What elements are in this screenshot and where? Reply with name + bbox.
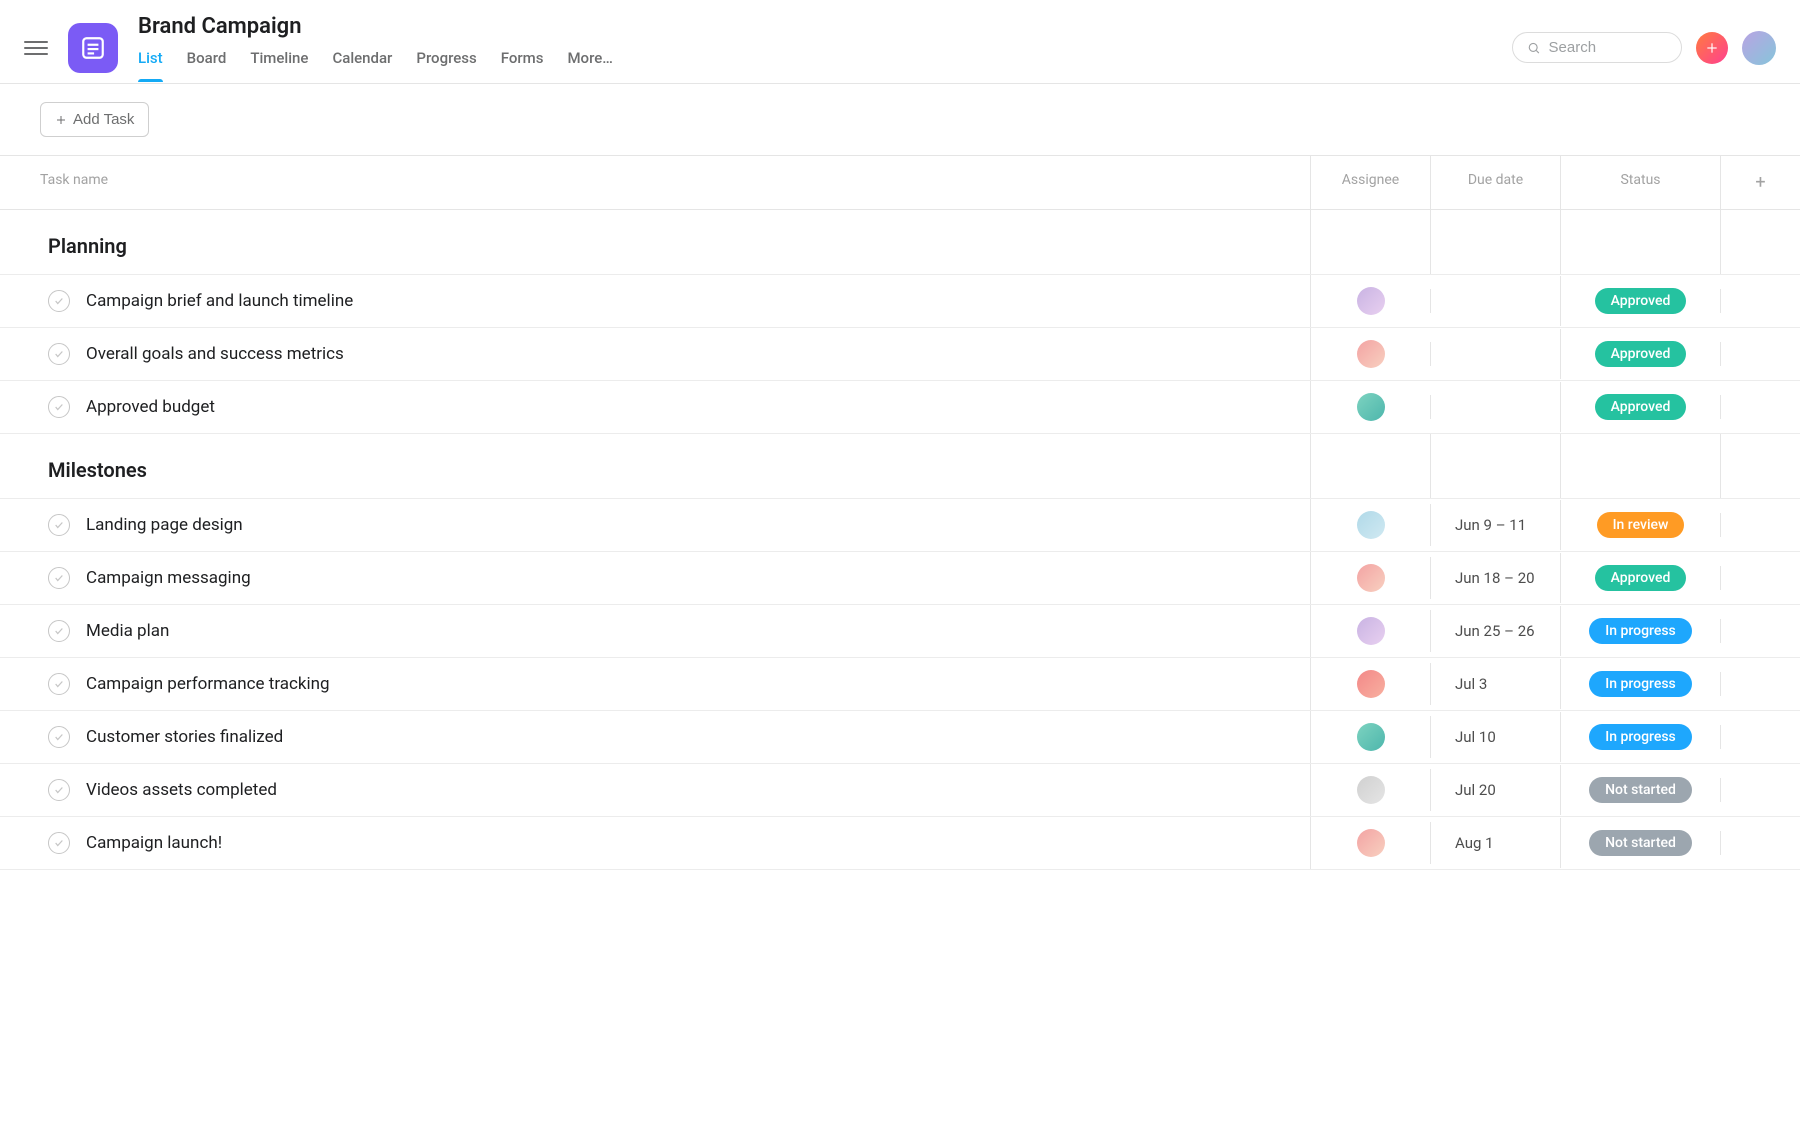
col-status[interactable]: Status (1560, 156, 1720, 209)
due-date[interactable] (1430, 342, 1560, 366)
col-due-date[interactable]: Due date (1430, 156, 1560, 209)
task-list: PlanningCampaign brief and launch timeli… (0, 210, 1800, 870)
due-date[interactable]: Jul 10 (1430, 716, 1560, 758)
task-name[interactable]: Approved budget (86, 397, 215, 417)
due-date[interactable]: Jul 3 (1430, 663, 1560, 705)
assignee-avatar[interactable] (1357, 340, 1385, 368)
status-badge[interactable]: Approved (1595, 288, 1687, 314)
assignee-avatar[interactable] (1357, 617, 1385, 645)
due-date[interactable] (1430, 289, 1560, 313)
task-row[interactable]: Approved budget Approved (0, 381, 1800, 434)
complete-checkbox[interactable] (48, 290, 70, 312)
status-badge[interactable]: Not started (1589, 777, 1692, 803)
assignee-avatar[interactable] (1357, 564, 1385, 592)
complete-checkbox[interactable] (48, 514, 70, 536)
search-box[interactable] (1512, 32, 1682, 63)
complete-checkbox[interactable] (48, 673, 70, 695)
assignee-avatar[interactable] (1357, 723, 1385, 751)
project-icon[interactable] (68, 23, 118, 73)
complete-checkbox[interactable] (48, 343, 70, 365)
tab-more[interactable]: More… (567, 49, 612, 81)
task-row[interactable]: Landing page design Jun 9 – 11 In review (0, 499, 1800, 552)
app-header: Brand Campaign List Board Timeline Calendar… (0, 0, 1800, 84)
section-header[interactable]: Milestones (0, 434, 1800, 499)
add-task-button[interactable]: Add Task (40, 102, 149, 137)
assignee-avatar[interactable] (1357, 776, 1385, 804)
plus-icon (55, 114, 67, 126)
status-badge[interactable]: In progress (1589, 618, 1692, 644)
project-tabs: List Board Timeline Calendar Progress Forms Mo… (138, 49, 1512, 81)
task-row[interactable]: Campaign messaging Jun 18 – 20 Approved (0, 552, 1800, 605)
section-title[interactable]: Milestones (0, 434, 1310, 498)
complete-checkbox[interactable] (48, 396, 70, 418)
tab-forms[interactable]: Forms (501, 49, 544, 81)
columns-header: Task name Assignee Due date Status + (0, 155, 1800, 210)
complete-checkbox[interactable] (48, 620, 70, 642)
toolbar: Add Task (0, 84, 1800, 155)
search-input[interactable] (1549, 39, 1667, 56)
due-date[interactable]: Jun 25 – 26 (1430, 610, 1560, 652)
due-date[interactable]: Aug 1 (1430, 822, 1560, 864)
task-row[interactable]: Overall goals and success metrics Approve… (0, 328, 1800, 381)
global-add-button[interactable] (1696, 32, 1728, 64)
tab-calendar[interactable]: Calendar (332, 49, 392, 81)
assignee-avatar[interactable] (1357, 511, 1385, 539)
project-title[interactable]: Brand Campaign (138, 14, 1512, 39)
complete-checkbox[interactable] (48, 832, 70, 854)
task-row[interactable]: Customer stories finalized Jul 10 In progr… (0, 711, 1800, 764)
status-badge[interactable]: Approved (1595, 565, 1687, 591)
task-row[interactable]: Campaign performance tracking Jul 3 In pro… (0, 658, 1800, 711)
status-badge[interactable]: In progress (1589, 724, 1692, 750)
task-row[interactable]: Campaign brief and launch timeline Approv… (0, 275, 1800, 328)
task-name[interactable]: Landing page design (86, 515, 243, 535)
col-assignee[interactable]: Assignee (1310, 156, 1430, 209)
add-task-label: Add Task (73, 111, 134, 128)
task-name[interactable]: Media plan (86, 621, 169, 641)
task-name[interactable]: Campaign launch! (86, 833, 222, 853)
task-row[interactable]: Media plan Jun 25 – 26 In progress (0, 605, 1800, 658)
status-badge[interactable]: Approved (1595, 341, 1687, 367)
due-date[interactable]: Jun 9 – 11 (1430, 504, 1560, 546)
assignee-avatar[interactable] (1357, 829, 1385, 857)
status-badge[interactable]: In progress (1589, 671, 1692, 697)
section-header[interactable]: Planning (0, 210, 1800, 275)
assignee-avatar[interactable] (1357, 393, 1385, 421)
plus-icon (1705, 41, 1719, 55)
task-name[interactable]: Overall goals and success metrics (86, 344, 344, 364)
assignee-avatar[interactable] (1357, 670, 1385, 698)
complete-checkbox[interactable] (48, 567, 70, 589)
tab-list[interactable]: List (138, 49, 163, 81)
status-badge[interactable]: Not started (1589, 830, 1692, 856)
task-row[interactable]: Campaign launch! Aug 1 Not started (0, 817, 1800, 870)
assignee-avatar[interactable] (1357, 287, 1385, 315)
search-icon (1527, 40, 1541, 56)
status-badge[interactable]: Approved (1595, 394, 1687, 420)
task-name[interactable]: Videos assets completed (86, 780, 277, 800)
due-date[interactable]: Jun 18 – 20 (1430, 557, 1560, 599)
task-name[interactable]: Campaign messaging (86, 568, 251, 588)
user-avatar[interactable] (1742, 31, 1776, 65)
due-date[interactable] (1430, 395, 1560, 419)
due-date[interactable]: Jul 20 (1430, 769, 1560, 811)
task-name[interactable]: Campaign performance tracking (86, 674, 330, 694)
col-task-name[interactable]: Task name (0, 156, 1310, 209)
tab-board[interactable]: Board (187, 49, 227, 81)
tab-timeline[interactable]: Timeline (250, 49, 308, 81)
menu-icon[interactable] (24, 36, 48, 60)
complete-checkbox[interactable] (48, 726, 70, 748)
add-column-button[interactable]: + (1720, 156, 1800, 209)
task-row[interactable]: Videos assets completed Jul 20 Not started (0, 764, 1800, 817)
section-title[interactable]: Planning (0, 210, 1310, 274)
complete-checkbox[interactable] (48, 779, 70, 801)
task-name[interactable]: Customer stories finalized (86, 727, 283, 747)
status-badge[interactable]: In review (1597, 512, 1685, 538)
tab-progress[interactable]: Progress (416, 49, 476, 81)
task-name[interactable]: Campaign brief and launch timeline (86, 291, 353, 311)
